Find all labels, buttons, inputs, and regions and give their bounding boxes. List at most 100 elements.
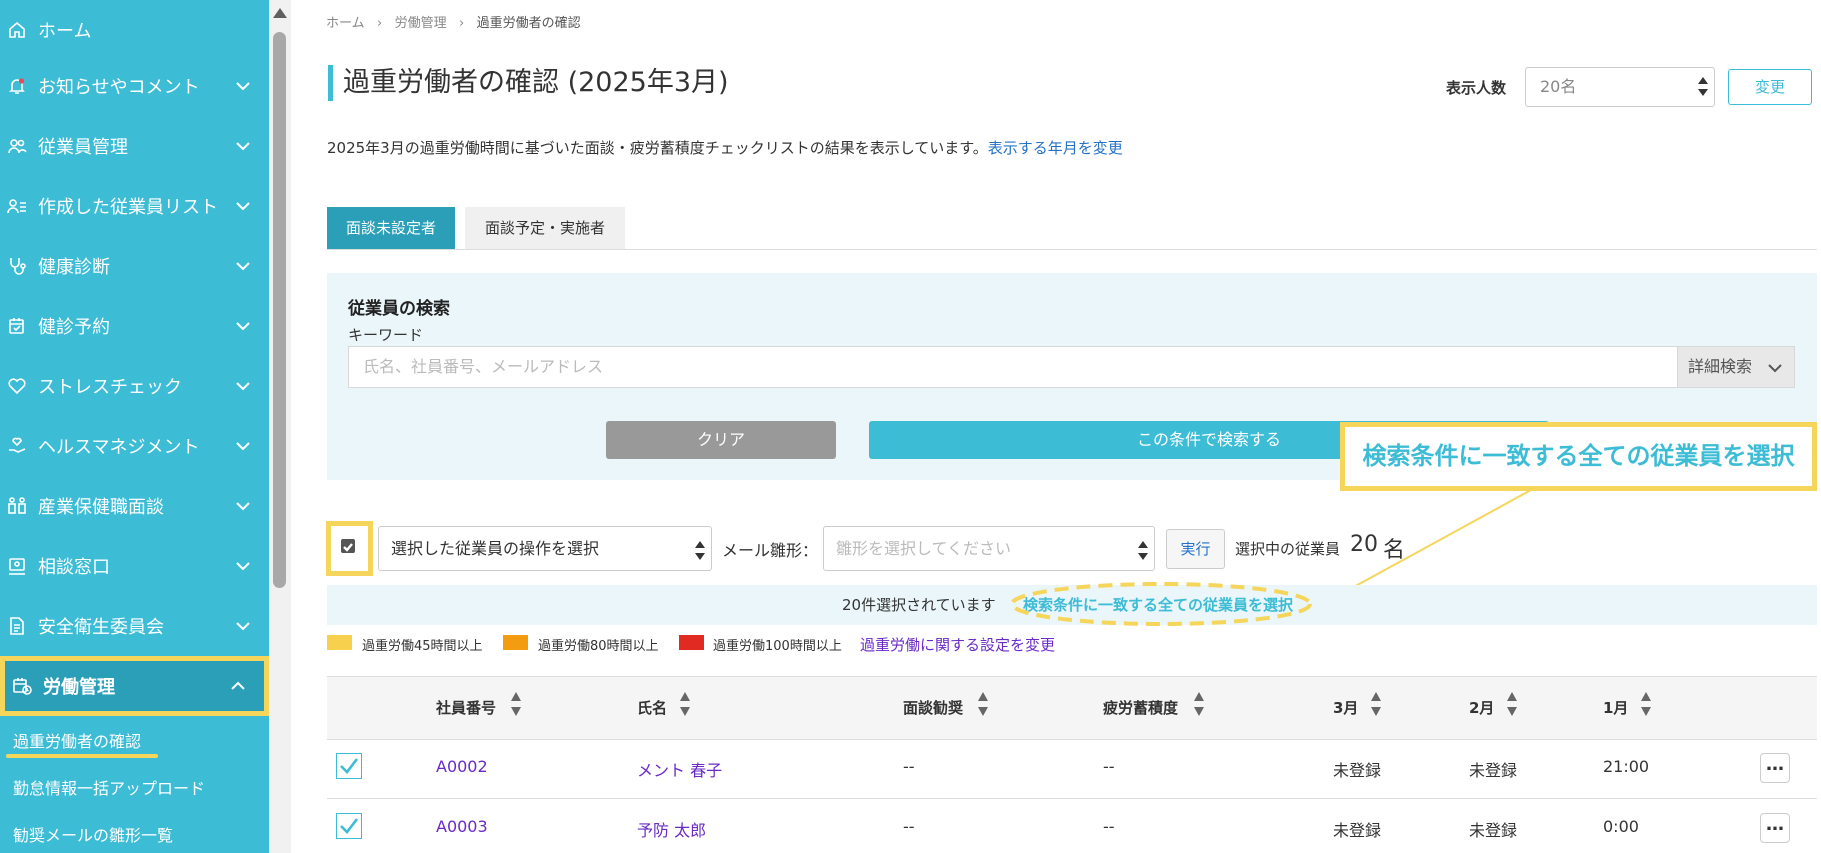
selected-count: 20: [1350, 532, 1378, 557]
january-cell: 0:00: [1603, 817, 1639, 836]
sidebar-item-consultation[interactable]: 相談窓口: [0, 536, 269, 596]
tab-divider: [327, 249, 1817, 250]
tab-scheduled[interactable]: 面談予定・実施者: [465, 207, 625, 249]
sidebar-item-label: ストレスチェック: [38, 377, 182, 398]
sort-icon[interactable]: [511, 692, 521, 722]
header-march[interactable]: 3月: [1333, 697, 1358, 718]
breadcrumb-home[interactable]: ホーム: [326, 16, 365, 31]
sidebar-item-label: 安全衛生委員会: [38, 617, 164, 638]
display-count-label: 表示人数: [1446, 79, 1507, 97]
sidebar-subitem-attendance-upload[interactable]: 勤怠情報一括アップロード: [13, 775, 205, 799]
home-icon: [6, 19, 28, 41]
employee-id-link[interactable]: A0003: [436, 817, 488, 836]
mail-template-select[interactable]: 雛形を選択してください: [823, 526, 1155, 571]
sidebar-item-label: 産業保健職面談: [38, 497, 164, 518]
calendar-check-icon: [6, 315, 28, 337]
employee-id-link[interactable]: A0002: [436, 757, 488, 776]
sidebar-item-label: 相談窓口: [38, 557, 110, 578]
tab-unscheduled[interactable]: 面談未設定者: [327, 207, 455, 249]
interview-cell: --: [903, 757, 915, 776]
legend-swatch-45h: [327, 635, 352, 650]
header-february[interactable]: 2月: [1469, 697, 1494, 718]
description-text: 2025年3月の過重労働時間に基づいた面談・疲労蓄積度チェックリストの結果を表示…: [327, 139, 988, 157]
sort-icon[interactable]: [1194, 692, 1204, 722]
change-button[interactable]: 変更: [1728, 69, 1812, 105]
header-fatigue[interactable]: 疲労蓄積度: [1103, 697, 1178, 718]
sidebar-item-home[interactable]: ホーム: [0, 0, 269, 60]
detail-search-label: 詳細検索: [1688, 357, 1753, 376]
breadcrumb-current: 過重労働者の確認: [476, 16, 581, 31]
display-count-select[interactable]: 20名: [1525, 67, 1715, 107]
employee-name-link[interactable]: メント 春子: [637, 757, 722, 781]
employee-name-link[interactable]: 予防 太郎: [637, 817, 706, 841]
stethoscope-icon: [6, 255, 28, 277]
sort-icon[interactable]: [1507, 692, 1517, 722]
legend-label-45h: 過重労働45時間以上: [362, 639, 483, 654]
sidebar-item-employee-lists[interactable]: 作成した従業員リスト: [0, 176, 269, 236]
sort-icon[interactable]: [1641, 692, 1651, 722]
sidebar-item-safety-committee[interactable]: 安全衛生委員会: [0, 596, 269, 656]
sidebar-item-checkup-reservation[interactable]: 健診予約: [0, 296, 269, 356]
scroll-up-arrow-icon[interactable]: [273, 8, 287, 18]
row-divider: [327, 798, 1817, 799]
sidebar-item-label: 労働管理: [43, 677, 115, 698]
sidebar-item-label: 健診予約: [38, 317, 110, 338]
breadcrumb-separator-icon: ›: [450, 16, 473, 31]
january-cell: 21:00: [1603, 757, 1650, 776]
row-checkbox[interactable]: [336, 753, 362, 779]
sidebar-item-labor-management[interactable]: 労働管理: [0, 656, 269, 716]
bell-icon: [6, 75, 28, 97]
active-subitem-underline: [6, 754, 158, 758]
page-title: 過重労働者の確認 (2025年3月): [328, 65, 729, 101]
detail-search-button[interactable]: 詳細検索: [1677, 346, 1795, 388]
chevron-down-icon: [1768, 364, 1782, 373]
scrollbar-thumb[interactable]: [273, 32, 286, 588]
sidebar-item-stress-check[interactable]: ストレスチェック: [0, 356, 269, 416]
selected-unit: 名: [1383, 538, 1406, 563]
more-options-button[interactable]: …: [1760, 813, 1790, 843]
document-icon: [6, 615, 28, 637]
chevron-down-icon: [235, 438, 251, 459]
sidebar-item-notifications[interactable]: お知らせやコメント: [0, 56, 269, 116]
bulk-action-select[interactable]: 選択した従業員の操作を選択: [378, 526, 712, 571]
sidebar-subitem-overwork-check[interactable]: 過重労働者の確認: [13, 728, 141, 752]
sidebar-item-label: ヘルスマネジメント: [38, 437, 200, 458]
annotation-ellipse: [1010, 582, 1312, 626]
march-cell: 未登録: [1333, 761, 1382, 780]
mail-template-placeholder: 雛形を選択してください: [836, 539, 1012, 558]
sidebar: ホーム お知らせやコメント 従業員管理 作成した従業員リスト 健康診断 健診予約…: [0, 0, 269, 853]
check-icon: [340, 758, 359, 774]
chevron-down-icon: [235, 618, 251, 639]
legend-swatch-80h: [503, 635, 528, 650]
more-options-button[interactable]: …: [1760, 753, 1790, 783]
clear-button[interactable]: クリア: [606, 421, 836, 459]
sort-icon[interactable]: [1371, 692, 1381, 722]
run-button[interactable]: 実行: [1166, 529, 1225, 569]
row-checkbox[interactable]: [336, 813, 362, 839]
keyword-input[interactable]: 氏名、社員番号、メールアドレス: [348, 346, 1678, 388]
header-interview[interactable]: 面談勧奨: [903, 697, 963, 718]
header-january[interactable]: 1月: [1603, 697, 1628, 718]
sort-icon[interactable]: [680, 692, 690, 722]
breadcrumb-labor[interactable]: 労働管理: [395, 16, 447, 31]
february-cell: 未登録: [1469, 821, 1518, 840]
sidebar-item-occupational-interview[interactable]: 産業保健職面談: [0, 476, 269, 536]
header-name[interactable]: 氏名: [637, 697, 667, 718]
february-cell: 未登録: [1469, 761, 1518, 780]
hand-heart-icon: [6, 435, 28, 457]
user-list-icon: [6, 195, 28, 217]
breadcrumb: ホーム › 労働管理 › 過重労働者の確認: [326, 12, 581, 31]
select-all-checkbox[interactable]: [341, 539, 355, 553]
sort-icon[interactable]: [978, 692, 988, 722]
sidebar-subitem-mail-templates[interactable]: 勧奨メールの雛形一覧: [13, 822, 173, 846]
legend-label-100h: 過重労働100時間以上: [713, 639, 842, 654]
header-employee-id[interactable]: 社員番号: [436, 697, 496, 718]
overwork-settings-link[interactable]: 過重労働に関する設定を変更: [860, 634, 1055, 655]
change-period-link[interactable]: 表示する年月を変更: [988, 139, 1123, 157]
page-description: 2025年3月の過重労働時間に基づいた面談・疲労蓄積度チェックリストの結果を表示…: [327, 137, 1123, 158]
sidebar-item-employee-management[interactable]: 従業員管理: [0, 116, 269, 176]
sidebar-item-health-checkup[interactable]: 健康診断: [0, 236, 269, 296]
fatigue-cell: --: [1103, 757, 1115, 776]
people-icon: [6, 135, 28, 157]
sidebar-item-health-management[interactable]: ヘルスマネジメント: [0, 416, 269, 476]
